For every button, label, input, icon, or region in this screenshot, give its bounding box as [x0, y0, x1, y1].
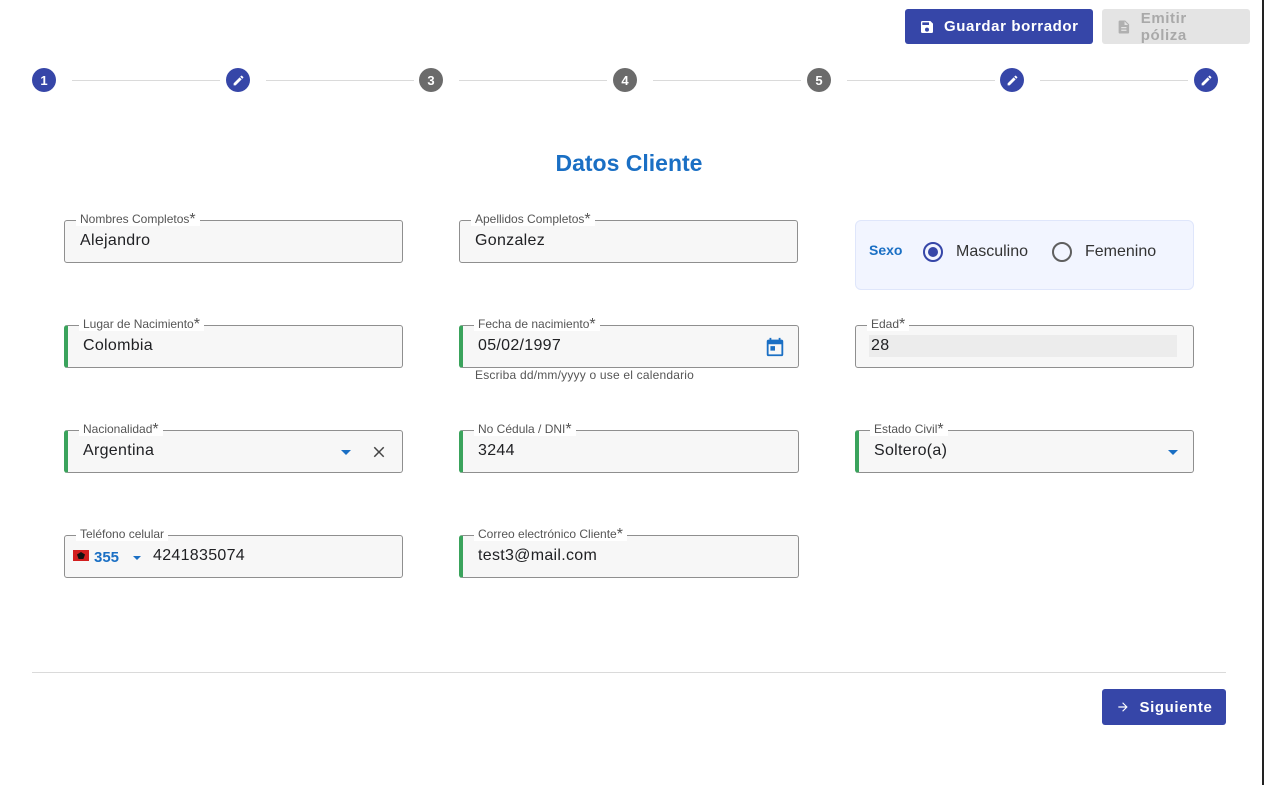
correo-label: Correo electrónico Cliente*	[474, 526, 627, 543]
edad-value: 28	[871, 337, 890, 354]
nombres-value: Alejandro	[80, 232, 151, 249]
required-asterisk: *	[899, 316, 906, 333]
stepper-connector	[459, 80, 607, 81]
telefono-label-text: Teléfono celular	[80, 527, 165, 541]
pencil-icon	[1201, 75, 1211, 85]
required-asterisk: *	[616, 526, 623, 543]
arrow-right-icon	[1117, 702, 1128, 712]
step-1[interactable]: 1	[32, 68, 56, 92]
pencil-icon	[1007, 75, 1017, 85]
stepper-connector	[847, 80, 995, 81]
nacionalidad-label: Nacionalidad*	[79, 421, 163, 438]
edad-readonly-box	[869, 335, 1177, 357]
cedula-value: 3244	[478, 442, 515, 459]
nombres-field[interactable]: Nombres Completos* Alejandro	[64, 212, 403, 263]
apellidos-label-text: Apellidos Completos	[475, 212, 585, 226]
save-icon	[921, 20, 933, 33]
sexo-radio-group: Sexo Masculino Femenino	[855, 220, 1194, 290]
telefono-label: Teléfono celular	[76, 527, 169, 541]
page-title: Datos Cliente	[555, 150, 703, 176]
issue-policy-label: Emitir póliza	[1140, 9, 1187, 44]
next-label: Siguiente	[1139, 698, 1213, 716]
cedula-label: No Cédula / DNI*	[474, 421, 576, 438]
next-button[interactable]: Siguiente	[1102, 689, 1226, 725]
save-draft-button[interactable]: Guardar borrador	[905, 9, 1093, 44]
apellidos-label: Apellidos Completos*	[471, 211, 595, 228]
telefono-field[interactable]: Teléfono celular 355 4241835074	[64, 527, 403, 578]
stepper-connector	[653, 80, 801, 81]
edad-label: Edad*	[867, 316, 910, 333]
fecha-nacimiento-label: Fecha de nacimiento*	[474, 316, 600, 333]
fecha-nacimiento-label-text: Fecha de nacimiento	[478, 317, 590, 331]
step-3-label: 3	[427, 72, 435, 88]
apellidos-value: Gonzalez	[475, 232, 545, 249]
estado-civil-label-text: Estado Civil	[874, 422, 938, 436]
correo-label-text: Correo electrónico Cliente	[478, 527, 617, 541]
correo-field[interactable]: Correo electrónico Cliente* test3@mail.c…	[459, 527, 799, 578]
close-icon[interactable]	[370, 443, 388, 461]
step-6[interactable]	[1000, 68, 1024, 92]
edad-field: Edad* 28	[855, 317, 1194, 368]
chevron-down-icon[interactable]	[133, 556, 141, 560]
page: Guardar borrador Emitir póliza 1 3 4 5 D…	[0, 0, 1264, 785]
nacionalidad-select[interactable]: Nacionalidad* Argentina	[64, 422, 403, 473]
sexo-label: Sexo	[869, 242, 903, 258]
fecha-hint: Escriba dd/mm/yyyy o use el calendario	[475, 368, 695, 382]
radio-femenino[interactable]	[1052, 242, 1072, 262]
stepper-connector	[266, 80, 414, 81]
dial-code[interactable]: 355	[94, 549, 119, 566]
nombres-label: Nombres Completos*	[76, 211, 200, 228]
step-2[interactable]	[226, 68, 250, 92]
calendar-icon[interactable]	[764, 336, 786, 358]
pencil-icon	[233, 75, 243, 85]
fecha-nacimiento-field[interactable]: Fecha de nacimiento* 05/02/1997	[459, 317, 799, 368]
chevron-down-icon[interactable]	[341, 450, 351, 455]
required-asterisk: *	[152, 421, 159, 438]
cedula-field[interactable]: No Cédula / DNI* 3244	[459, 422, 799, 473]
save-draft-label: Guardar borrador	[944, 18, 1079, 35]
step-3[interactable]: 3	[419, 68, 443, 92]
required-asterisk: *	[589, 316, 596, 333]
country-flag-icon[interactable]	[73, 550, 89, 561]
fecha-nacimiento-value: 05/02/1997	[478, 337, 562, 354]
estado-civil-label: Estado Civil*	[870, 421, 948, 438]
step-1-label: 1	[40, 72, 48, 88]
lugar-nacimiento-label-text: Lugar de Nacimiento	[83, 317, 194, 331]
radio-femenino-label[interactable]: Femenino	[1085, 243, 1156, 261]
required-asterisk: *	[584, 211, 591, 228]
step-4-label: 4	[621, 72, 629, 88]
telefono-value: 4241835074	[153, 547, 245, 564]
step-5-label: 5	[815, 72, 823, 88]
document-icon	[1118, 19, 1130, 34]
nacionalidad-label-text: Nacionalidad	[83, 422, 153, 436]
radio-masculino[interactable]	[923, 242, 943, 262]
estado-civil-select[interactable]: Estado Civil* Soltero(a)	[855, 422, 1194, 473]
lugar-nacimiento-label: Lugar de Nacimiento*	[79, 316, 204, 333]
estado-civil-value: Soltero(a)	[874, 442, 948, 459]
radio-masculino-label[interactable]: Masculino	[956, 243, 1028, 261]
required-asterisk: *	[937, 421, 944, 438]
step-4[interactable]: 4	[613, 68, 637, 92]
edad-label-text: Edad	[871, 317, 900, 331]
required-asterisk: *	[565, 421, 572, 438]
nacionalidad-value: Argentina	[83, 442, 155, 459]
required-asterisk: *	[189, 211, 196, 228]
chevron-down-icon[interactable]	[1168, 450, 1178, 455]
stepper-connector	[72, 80, 220, 81]
stepper-connector	[1040, 80, 1188, 81]
lugar-nacimiento-field[interactable]: Lugar de Nacimiento* Colombia	[64, 317, 403, 368]
step-7[interactable]	[1194, 68, 1218, 92]
cedula-label-text: No Cédula / DNI	[478, 422, 566, 436]
lugar-nacimiento-value: Colombia	[83, 337, 153, 354]
step-5[interactable]: 5	[807, 68, 831, 92]
correo-value: test3@mail.com	[478, 547, 598, 564]
footer-divider	[32, 672, 1226, 673]
nombres-label-text: Nombres Completos	[80, 212, 190, 226]
apellidos-field[interactable]: Apellidos Completos* Gonzalez	[459, 212, 798, 263]
issue-policy-button[interactable]: Emitir póliza	[1102, 9, 1250, 44]
required-asterisk: *	[193, 316, 200, 333]
